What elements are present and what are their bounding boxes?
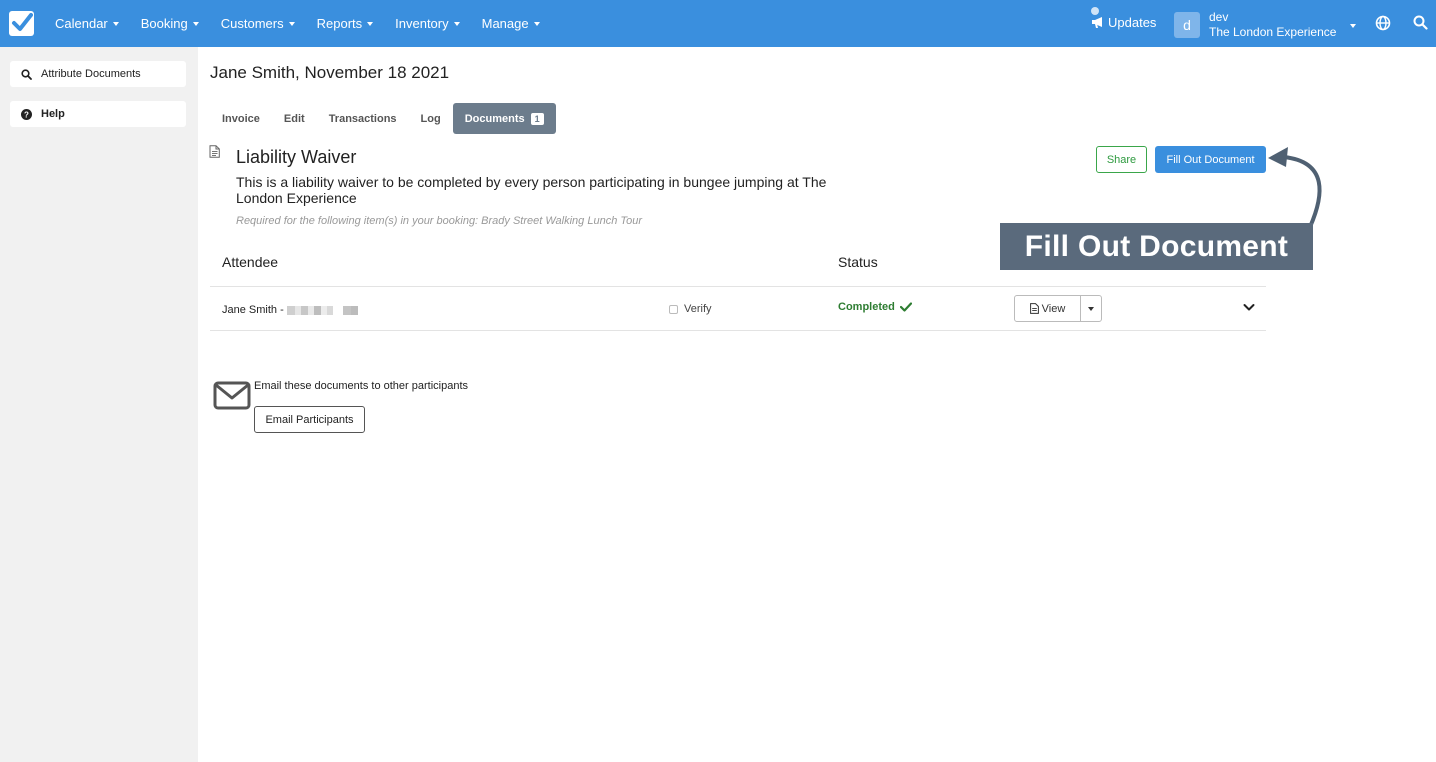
checkbox[interactable]: [669, 304, 678, 314]
status-badge: Completed: [838, 301, 912, 313]
caret-down-icon: [192, 21, 199, 26]
tab-transactions[interactable]: Transactions: [317, 103, 409, 134]
main-menu: Calendar Booking Customers Reports Inven…: [55, 0, 562, 47]
updates-link[interactable]: Updates: [1091, 7, 1156, 30]
search-icon[interactable]: [1413, 15, 1428, 30]
checkmark-logo-icon: [12, 13, 33, 31]
attendee-name: Jane Smith -: [222, 304, 358, 316]
tab-documents[interactable]: Documents 1: [452, 103, 556, 134]
nav-manage[interactable]: Manage: [482, 16, 540, 31]
sidebar-item-help[interactable]: ? Help: [10, 101, 186, 127]
email-participants-text: Email these documents to other participa…: [254, 380, 469, 392]
globe-icon[interactable]: [1375, 15, 1391, 31]
nav-calendar[interactable]: Calendar: [55, 16, 119, 31]
sidebar: Attribute Documents ? Help: [0, 47, 198, 762]
page-title: Jane Smith, November 18 2021: [210, 63, 450, 82]
envelope-icon: [213, 381, 251, 410]
document-title: Liability Waiver: [236, 147, 357, 167]
status-header: Status: [838, 254, 878, 270]
document-description: This is a liability waiver to be complet…: [236, 174, 827, 206]
caret-down-icon: [1088, 306, 1094, 311]
nav-customers[interactable]: Customers: [221, 16, 295, 31]
tab-log[interactable]: Log: [409, 103, 453, 134]
caret-down-icon: [453, 21, 460, 26]
app-logo[interactable]: [9, 11, 34, 36]
tab-edit[interactable]: Edit: [272, 103, 317, 134]
attendee-header: Attendee: [222, 254, 279, 270]
view-button[interactable]: View: [1014, 295, 1081, 322]
nav-booking[interactable]: Booking: [141, 16, 199, 31]
row-divider: [210, 286, 1266, 287]
notification-dot: [1091, 7, 1099, 15]
documents-count-badge: 1: [530, 112, 544, 125]
email-participants-button[interactable]: Email Participants: [254, 406, 365, 433]
document-icon: [209, 145, 220, 158]
nav-inventory[interactable]: Inventory: [395, 16, 460, 31]
booking-tabs: Invoice Edit Transactions Log Documents …: [210, 103, 556, 134]
redacted-contact: [286, 305, 358, 315]
question-circle-icon: ?: [21, 108, 32, 120]
callout-label: Fill Out Document: [1000, 223, 1313, 270]
megaphone-icon: [1092, 17, 1102, 28]
caret-down-icon: [367, 21, 374, 26]
nav-reports[interactable]: Reports: [317, 16, 374, 31]
view-dropdown-toggle[interactable]: [1080, 295, 1102, 322]
chevron-down-icon[interactable]: [1243, 303, 1255, 312]
user-company: The London Experience: [1209, 25, 1337, 39]
check-icon: [899, 302, 912, 312]
callout-arrow-icon: [1268, 147, 1322, 229]
fill-out-document-button[interactable]: Fill Out Document: [1155, 146, 1266, 173]
svg-text:?: ?: [24, 110, 29, 119]
top-nav: Calendar Booking Customers Reports Inven…: [0, 0, 1436, 47]
share-button[interactable]: Share: [1096, 146, 1147, 173]
search-icon: [21, 68, 32, 80]
caret-down-icon: [533, 21, 540, 26]
document-required-note: Required for the following item(s) in yo…: [236, 215, 642, 227]
verify-checkbox[interactable]: Verify: [669, 303, 712, 315]
sidebar-item-attribute-documents[interactable]: Attribute Documents: [10, 61, 186, 87]
caret-down-icon: [1350, 24, 1356, 28]
avatar: d: [1174, 12, 1200, 38]
tab-invoice[interactable]: Invoice: [210, 103, 272, 134]
user-name: dev: [1209, 10, 1229, 24]
document-icon: [1029, 303, 1039, 314]
user-menu[interactable]: d dev The London Experience: [1174, 10, 1356, 40]
row-divider: [210, 330, 1266, 331]
caret-down-icon: [288, 21, 295, 26]
caret-down-icon: [112, 21, 119, 26]
